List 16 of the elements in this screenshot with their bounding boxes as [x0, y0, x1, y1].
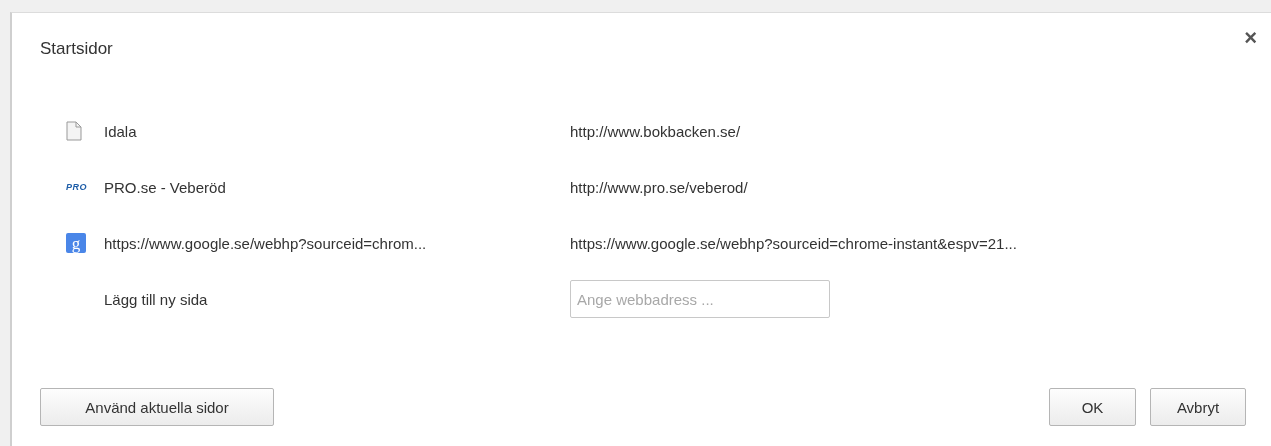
site-logo: g	[66, 233, 86, 253]
use-current-pages-button[interactable]: Använd aktuella sidor	[40, 388, 274, 426]
site-logo: PRO	[66, 182, 87, 192]
add-page-label: Lägg till ny sida	[104, 290, 209, 308]
page-url: https://www.google.se/webhp?sourceid=chrome-instant&espv=21...	[570, 234, 1018, 252]
page-name: PRO.se - Veberöd	[104, 178, 227, 196]
url-input[interactable]: Ange webbadress ...	[570, 280, 830, 318]
ok-button[interactable]: OK	[1049, 388, 1136, 426]
document-icon	[66, 121, 82, 141]
page-name: https://www.google.se/webhp?sourceid=chrom...	[104, 234, 428, 252]
cancel-button[interactable]: Avbryt	[1150, 388, 1246, 426]
dialog-title: Startsidor	[40, 39, 114, 59]
page-url: http://www.pro.se/veberod/	[570, 178, 749, 196]
close-button[interactable]: ×	[1244, 27, 1257, 49]
page-name: Idala	[104, 122, 138, 140]
page-url: http://www.bokbacken.se/	[570, 122, 742, 140]
